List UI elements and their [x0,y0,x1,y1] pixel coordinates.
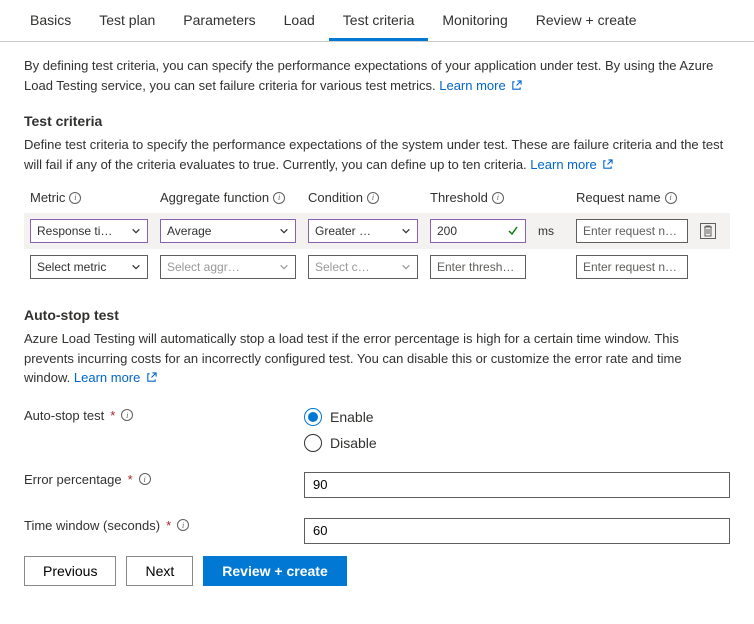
external-link-icon [146,372,157,383]
threshold-input[interactable] [430,255,526,279]
radio-disable-label: Disable [330,435,377,451]
intro-paragraph: By defining test criteria, you can speci… [24,56,730,95]
trash-icon [703,225,713,237]
learn-more-link[interactable]: Learn more [439,78,522,93]
aggregate-dropdown[interactable]: Select aggr… [160,255,296,279]
col-cond-label: Condition [308,190,363,205]
request-name-input[interactable] [576,219,688,243]
col-thresh-label: Threshold [430,190,488,205]
delete-row-button[interactable] [700,223,716,239]
aggregate-dropdown[interactable]: Average [160,219,296,243]
unit-label: ms [532,224,570,238]
tab-review-create[interactable]: Review + create [522,0,651,41]
tab-test-plan[interactable]: Test plan [85,0,169,41]
chevron-down-icon [279,262,289,272]
review-create-button[interactable]: Review + create [203,556,346,586]
chevron-down-icon [131,262,141,272]
tab-parameters[interactable]: Parameters [169,0,269,41]
info-icon[interactable] [177,519,189,531]
radio-enable-label: Enable [330,409,374,425]
next-button[interactable]: Next [126,556,193,586]
checkmark-icon [507,225,519,237]
criteria-row: Response ti… Average Greater … 200 [24,213,730,249]
tab-basics[interactable]: Basics [16,0,85,41]
chevron-down-icon [279,226,289,236]
info-icon[interactable] [367,192,379,204]
radio-icon [304,434,322,452]
info-icon[interactable] [139,473,151,485]
chevron-down-icon [401,226,411,236]
request-name-input[interactable] [576,255,688,279]
chevron-down-icon [131,226,141,236]
criteria-header-row: Metric Aggregate function Condition Thre… [24,186,730,213]
previous-button[interactable]: Previous [24,556,116,586]
radio-icon [304,408,322,426]
info-icon[interactable] [121,409,133,421]
radio-enable[interactable]: Enable [304,408,730,426]
metric-dropdown[interactable]: Select metric [30,255,148,279]
footer-bar: Previous Next Review + create [0,546,754,596]
radio-disable[interactable]: Disable [304,434,730,452]
time-window-label: Time window (seconds) * [24,518,304,533]
condition-dropdown[interactable]: Greater … [308,219,418,243]
criteria-row-empty: Select metric Select aggr… Select c… [24,249,730,285]
external-link-icon [511,80,522,91]
section-description: Define test criteria to specify the perf… [24,135,730,174]
chevron-down-icon [401,262,411,272]
time-window-input[interactable] [304,518,730,544]
tab-load[interactable]: Load [270,0,329,41]
tab-test-criteria[interactable]: Test criteria [329,0,429,41]
section-title: Test criteria [24,113,730,129]
threshold-input[interactable]: 200 [430,219,526,243]
intro-text: By defining test criteria, you can speci… [24,58,713,93]
learn-more-link-autostop[interactable]: Learn more [74,370,157,385]
criteria-table: Metric Aggregate function Condition Thre… [24,186,730,285]
autostop-description: Azure Load Testing will automatically st… [24,329,730,388]
info-icon[interactable] [492,192,504,204]
col-metric-label: Metric [30,190,65,205]
autostop-title: Auto-stop test [24,307,730,323]
metric-dropdown[interactable]: Response ti… [30,219,148,243]
info-icon[interactable] [69,192,81,204]
error-percentage-label: Error percentage * [24,472,304,487]
tabs-bar: Basics Test plan Parameters Load Test cr… [0,0,754,42]
info-icon[interactable] [273,192,285,204]
learn-more-link-criteria[interactable]: Learn more [530,157,613,172]
autostop-test-label: Auto-stop test * [24,408,304,423]
external-link-icon [602,159,613,170]
condition-dropdown[interactable]: Select c… [308,255,418,279]
col-req-label: Request name [576,190,661,205]
autostop-radio-group: Enable Disable [304,408,730,452]
error-percentage-input[interactable] [304,472,730,498]
tab-monitoring[interactable]: Monitoring [428,0,521,41]
info-icon[interactable] [665,192,677,204]
col-agg-label: Aggregate function [160,190,269,205]
